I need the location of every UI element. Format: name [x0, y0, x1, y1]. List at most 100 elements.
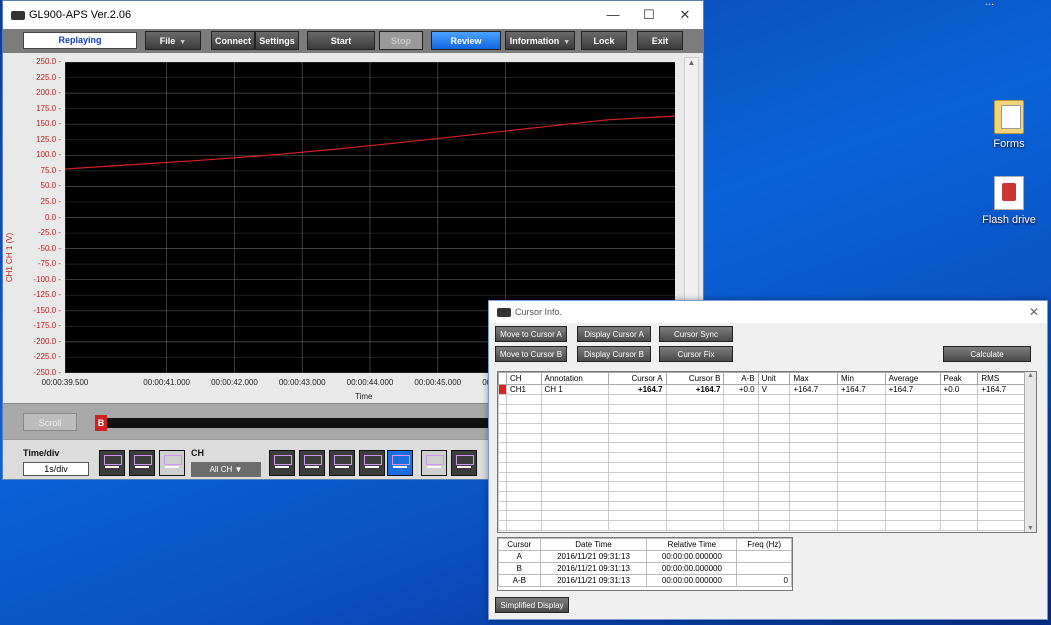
empty-cell: [939, 481, 979, 492]
column-header[interactable]: CH: [506, 372, 542, 385]
move-up-icon[interactable]: [329, 450, 355, 476]
ch-select[interactable]: All CH ▼: [191, 462, 261, 477]
close-icon[interactable]: ✕: [1029, 305, 1039, 319]
empty-cell: [789, 500, 839, 512]
cell-freq: [736, 562, 792, 575]
table-row[interactable]: [498, 510, 1026, 521]
time-div-field[interactable]: 1s/div: [23, 462, 89, 476]
empty-cell: [884, 394, 941, 405]
table-row[interactable]: [498, 490, 1026, 502]
scroll-button[interactable]: Scroll: [23, 413, 77, 431]
connect-button[interactable]: Connect: [211, 31, 255, 50]
column-header[interactable]: Min: [837, 372, 886, 385]
scroll-down-icon[interactable]: ▼: [1025, 525, 1036, 532]
empty-cell: [977, 510, 1026, 521]
table-row[interactable]: [498, 500, 1026, 512]
empty-cell: [789, 481, 839, 492]
start-button[interactable]: Start: [307, 31, 375, 50]
empty-cell: [939, 452, 979, 463]
column-header[interactable]: Annotation: [540, 372, 610, 385]
zoom-out-time-icon[interactable]: [99, 450, 125, 476]
split-display-icon[interactable]: [387, 450, 413, 476]
exit-button[interactable]: Exit: [637, 31, 683, 50]
maximize-button[interactable]: ☐: [631, 7, 667, 23]
empty-cell: [723, 490, 759, 502]
move-to-cursor-b-button[interactable]: Move to Cursor B: [495, 346, 567, 362]
table-row[interactable]: [498, 481, 1026, 492]
empty-cell: [757, 394, 791, 405]
desktop-icon-label: Flash drive: [982, 214, 1036, 226]
simplified-display-button[interactable]: Simplified Display: [495, 597, 569, 613]
table-row: A-B 2016/11/21 09:31:13 00:00:00.000000 …: [498, 574, 792, 587]
fit-time-icon[interactable]: [159, 450, 185, 476]
table-row[interactable]: [498, 471, 1026, 483]
y-tick-label: 75.0 -: [40, 165, 61, 175]
table-row: A 2016/11/21 09:31:13 00:00:00.000000: [498, 550, 792, 563]
empty-cell: [506, 413, 542, 425]
empty-cell: [884, 413, 941, 425]
column-header[interactable]: Peak: [939, 372, 979, 385]
empty-cell: [884, 432, 941, 444]
table-row[interactable]: CH1 CH 1 +164.7 +164.7 +0.0 V +164.7 +16…: [498, 384, 1026, 395]
stop-button[interactable]: Stop: [379, 31, 423, 50]
zoom-in-time-icon[interactable]: [129, 450, 155, 476]
close-button[interactable]: ✕: [667, 7, 703, 23]
move-down-icon[interactable]: [359, 450, 385, 476]
cursor-data-grid: CH Annotation Cursor A Cursor B A-B Unit…: [497, 371, 1037, 533]
move-to-cursor-a-button[interactable]: Move to Cursor A: [495, 326, 567, 342]
column-header[interactable]: A-B: [723, 372, 759, 385]
cursor-fix-button[interactable]: Cursor Fix: [659, 346, 733, 362]
empty-cell: [789, 519, 839, 531]
table-row[interactable]: [498, 403, 1026, 415]
empty-cell: [506, 510, 542, 521]
information-menu-button[interactable]: Information ▼: [505, 31, 575, 50]
table-row[interactable]: [498, 452, 1026, 463]
compress-amplitude-icon[interactable]: [299, 450, 325, 476]
time-div-label: Time/div: [23, 448, 60, 458]
table-row[interactable]: [498, 432, 1026, 444]
expand-amplitude-icon[interactable]: [269, 450, 295, 476]
table-row[interactable]: [498, 519, 1026, 531]
grid-vertical-scrollbar[interactable]: ▲ ▼: [1024, 372, 1036, 532]
empty-cell: [608, 452, 667, 463]
scale-range-icon[interactable]: [421, 450, 447, 476]
empty-cell: [977, 394, 1026, 405]
display-cursor-a-button[interactable]: Display Cursor A: [577, 326, 651, 342]
column-header[interactable]: Max: [789, 372, 839, 385]
empty-cell: [789, 490, 839, 502]
display-cursor-b-button[interactable]: Display Cursor B: [577, 346, 651, 362]
time-scroll-track[interactable]: B: [95, 415, 495, 431]
column-header[interactable]: Cursor B: [665, 372, 725, 385]
review-button[interactable]: Review: [431, 31, 501, 50]
cursor-b-marker[interactable]: B: [95, 415, 107, 431]
empty-cell: [884, 519, 941, 531]
y-tick-label: 225.0 -: [36, 72, 61, 82]
minimize-button[interactable]: —: [595, 7, 631, 23]
column-header[interactable]: Unit: [757, 372, 791, 385]
table-row[interactable]: [498, 423, 1026, 434]
cell-average: +164.7: [884, 384, 941, 395]
empty-cell: [837, 394, 886, 405]
scroll-up-icon[interactable]: ▲: [1025, 372, 1036, 379]
empty-cell: [665, 452, 725, 463]
empty-cell: [977, 403, 1026, 415]
column-header[interactable]: Average: [884, 372, 941, 385]
column-header[interactable]: RMS: [977, 372, 1026, 385]
table-row[interactable]: [498, 461, 1026, 473]
file-label: File: [159, 36, 176, 46]
table-row[interactable]: [498, 394, 1026, 405]
table-row[interactable]: [498, 413, 1026, 425]
settings-button[interactable]: Settings: [255, 31, 299, 50]
column-header[interactable]: Cursor A: [608, 372, 667, 385]
desktop-icon-forms[interactable]: Forms: [974, 100, 1044, 150]
hand-cursor-icon[interactable]: [451, 450, 477, 476]
calculate-button[interactable]: Calculate: [943, 346, 1031, 362]
desktop-icon-flash-drive[interactable]: Flash drive: [974, 176, 1044, 226]
empty-cell: [939, 471, 979, 483]
lock-button[interactable]: Lock: [581, 31, 627, 50]
file-menu-button[interactable]: File ▼: [145, 31, 201, 50]
table-row[interactable]: [498, 442, 1026, 454]
cursor-sync-button[interactable]: Cursor Sync: [659, 326, 733, 342]
scroll-up-icon[interactable]: ▲: [685, 58, 698, 67]
empty-cell: [540, 481, 610, 492]
